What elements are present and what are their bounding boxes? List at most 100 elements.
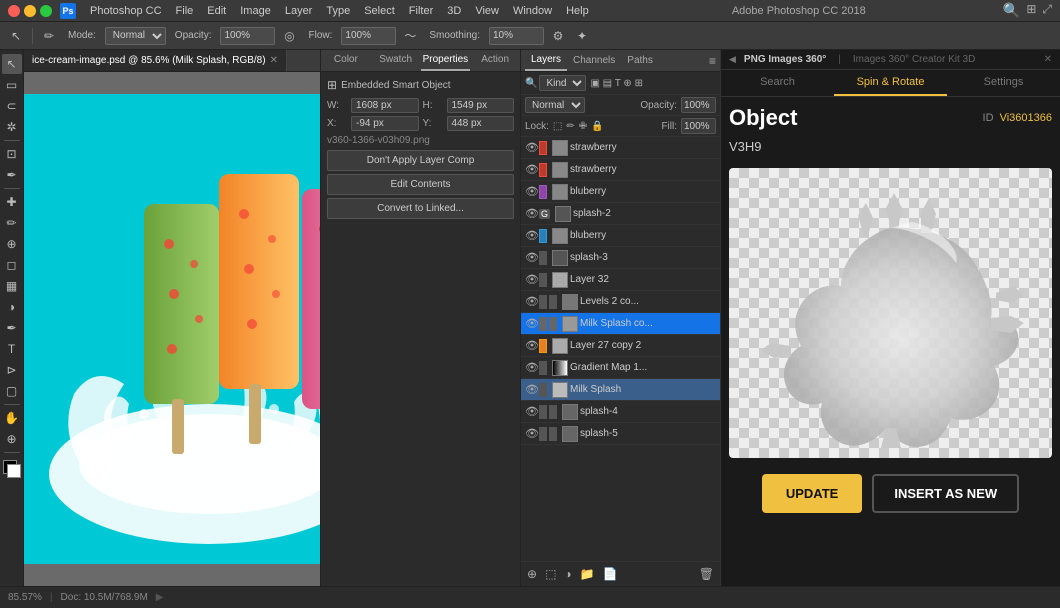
tool-stamp[interactable]: ⊕ xyxy=(2,234,22,254)
flow-input[interactable] xyxy=(341,27,396,45)
png-panel-title-2[interactable]: Images 360° Creator Kit 3D xyxy=(853,54,975,65)
delete-layer-btn[interactable]: 🗑 xyxy=(697,565,716,583)
canvas-viewport[interactable] xyxy=(24,72,320,586)
tool-gradient[interactable]: ▦ xyxy=(2,276,22,296)
group-btn[interactable]: 📁 xyxy=(578,565,597,583)
layers-menu-btn[interactable]: ≡ xyxy=(709,54,716,68)
collapse-icon[interactable]: ◀ xyxy=(729,54,736,65)
menu-layer[interactable]: Layer xyxy=(279,3,319,19)
fill-input[interactable] xyxy=(681,118,716,134)
tab-paths[interactable]: Paths xyxy=(621,51,659,70)
tool-lasso[interactable]: ⊂ xyxy=(2,96,22,116)
tool-select-rect[interactable]: ▭ xyxy=(2,75,22,95)
layer-item[interactable]: 👁 splash-5 xyxy=(521,423,720,445)
add-layer-style-btn[interactable]: ⊕ xyxy=(525,565,539,583)
layer-visibility-toggle[interactable]: 👁 xyxy=(525,383,539,397)
layer-visibility-toggle[interactable]: 👁 xyxy=(525,317,539,331)
layer-item[interactable]: 👁 G splash-2 xyxy=(521,203,720,225)
layer-visibility-toggle[interactable]: 👁 xyxy=(525,163,539,177)
tab-channels[interactable]: Channels xyxy=(567,51,621,70)
tool-path-select[interactable]: ⊳ xyxy=(2,360,22,380)
tool-hand[interactable]: ✋ xyxy=(2,408,22,428)
tab-spin-rotate[interactable]: Spin & Rotate xyxy=(834,70,947,96)
layer-item[interactable]: 👁 Layer 32 xyxy=(521,269,720,291)
apply-layer-btn[interactable]: Don't Apply Layer Comp xyxy=(327,150,514,171)
lock-transparent-icon[interactable]: ⬚ xyxy=(553,121,562,132)
close-button[interactable] xyxy=(8,5,20,17)
layer-visibility-toggle[interactable]: 👁 xyxy=(525,361,539,375)
layer-visibility-toggle[interactable]: 👁 xyxy=(525,185,539,199)
insert-as-new-button[interactable]: INSERT AS NEW xyxy=(872,474,1019,513)
tool-arrow[interactable]: ↖ xyxy=(6,26,26,46)
tool-zoom[interactable]: ⊕ xyxy=(2,429,22,449)
menu-help[interactable]: Help xyxy=(560,3,595,19)
adjustment-btn[interactable]: ◑ xyxy=(562,565,573,583)
tool-shapes[interactable]: ▢ xyxy=(2,381,22,401)
color-swatch[interactable] xyxy=(3,460,21,478)
layer-item[interactable]: 👁 bluberry xyxy=(521,181,720,203)
extra-icon[interactable]: ✦ xyxy=(572,26,592,46)
canvas-tab[interactable]: ice-cream-image.psd @ 85.6% (Milk Splash… xyxy=(24,50,287,72)
lock-image-icon[interactable]: ✏ xyxy=(566,121,574,132)
tool-brush[interactable]: ✏ xyxy=(39,26,59,46)
lock-all-icon[interactable]: 🔒 xyxy=(591,121,603,132)
menu-photoshop[interactable]: Photoshop CC xyxy=(84,3,168,19)
layer-item-selected[interactable]: 👁 Milk Splash xyxy=(521,379,720,401)
tool-brush-tool[interactable]: ✏ xyxy=(2,213,22,233)
add-mask-btn[interactable]: ⬚ xyxy=(543,565,558,583)
minimize-button[interactable] xyxy=(24,5,36,17)
layer-item[interactable]: 👁 strawberry xyxy=(521,159,720,181)
tool-dodge[interactable]: ◑ xyxy=(2,297,22,317)
menu-view[interactable]: View xyxy=(469,3,505,19)
menu-3d[interactable]: 3D xyxy=(441,3,467,19)
layer-item-active[interactable]: 👁 Milk Splash co... xyxy=(521,313,720,335)
smoothing-input[interactable] xyxy=(489,27,544,45)
expand-icon[interactable]: ⤢ xyxy=(1042,2,1052,19)
menu-edit[interactable]: Edit xyxy=(201,3,232,19)
update-button[interactable]: UPDATE xyxy=(762,474,862,513)
layer-item[interactable]: 👁 splash-3 xyxy=(521,247,720,269)
tab-layers[interactable]: Layers xyxy=(525,50,567,71)
layer-visibility-toggle[interactable]: 👁 xyxy=(525,295,539,309)
tab-settings[interactable]: Settings xyxy=(947,70,1060,96)
layer-visibility-toggle[interactable]: 👁 xyxy=(525,141,539,155)
layer-item[interactable]: 👁 Gradient Map 1... xyxy=(521,357,720,379)
layer-visibility-toggle[interactable]: 👁 xyxy=(525,273,539,287)
layer-item[interactable]: 👁 bluberry xyxy=(521,225,720,247)
background-color[interactable] xyxy=(7,464,21,478)
tool-eraser[interactable]: ◻ xyxy=(2,255,22,275)
edit-contents-btn[interactable]: Edit Contents xyxy=(327,174,514,195)
opacity-input[interactable] xyxy=(220,27,275,45)
layer-visibility-toggle[interactable]: 👁 xyxy=(525,339,539,353)
layer-visibility-toggle[interactable]: 👁 xyxy=(525,207,539,221)
menu-select[interactable]: Select xyxy=(358,3,401,19)
convert-linked-btn[interactable]: Convert to Linked... xyxy=(327,198,514,219)
view-icon[interactable]: ⊞ xyxy=(1026,2,1036,19)
png-panel-title-1[interactable]: PNG Images 360° xyxy=(744,54,826,65)
menu-image[interactable]: Image xyxy=(234,3,277,19)
airbrush-icon[interactable]: ◎ xyxy=(279,26,299,46)
mode-select[interactable]: Normal xyxy=(105,27,166,45)
layer-visibility-toggle[interactable]: 👁 xyxy=(525,229,539,243)
search-icon[interactable]: 🔍 xyxy=(1003,2,1020,19)
layer-item[interactable]: 👁 strawberry xyxy=(521,137,720,159)
tab-search[interactable]: Search xyxy=(721,70,834,96)
layer-visibility-toggle[interactable]: 👁 xyxy=(525,427,539,441)
tool-eyedropper[interactable]: ✒ xyxy=(2,165,22,185)
layer-visibility-toggle[interactable]: 👁 xyxy=(525,251,539,265)
menu-filter[interactable]: Filter xyxy=(403,3,439,19)
opacity-input[interactable] xyxy=(681,97,716,113)
settings-icon[interactable]: ⚙ xyxy=(548,26,568,46)
tool-move[interactable]: ↖ xyxy=(2,54,22,74)
tool-heal[interactable]: ✚ xyxy=(2,192,22,212)
new-layer-btn[interactable]: 📄 xyxy=(601,565,620,583)
filter-kind-select[interactable]: Kind xyxy=(539,75,586,91)
tab-swatch[interactable]: Swatch xyxy=(371,50,421,71)
menu-file[interactable]: File xyxy=(170,3,200,19)
layer-item[interactable]: 👁 Levels 2 co... xyxy=(521,291,720,313)
tab-color[interactable]: Color xyxy=(321,50,371,71)
close-tab-icon[interactable]: ✕ xyxy=(270,55,278,66)
blend-mode-select[interactable]: Normal xyxy=(525,97,585,113)
tool-magic-wand[interactable]: ✲ xyxy=(2,117,22,137)
menu-window[interactable]: Window xyxy=(507,3,558,19)
